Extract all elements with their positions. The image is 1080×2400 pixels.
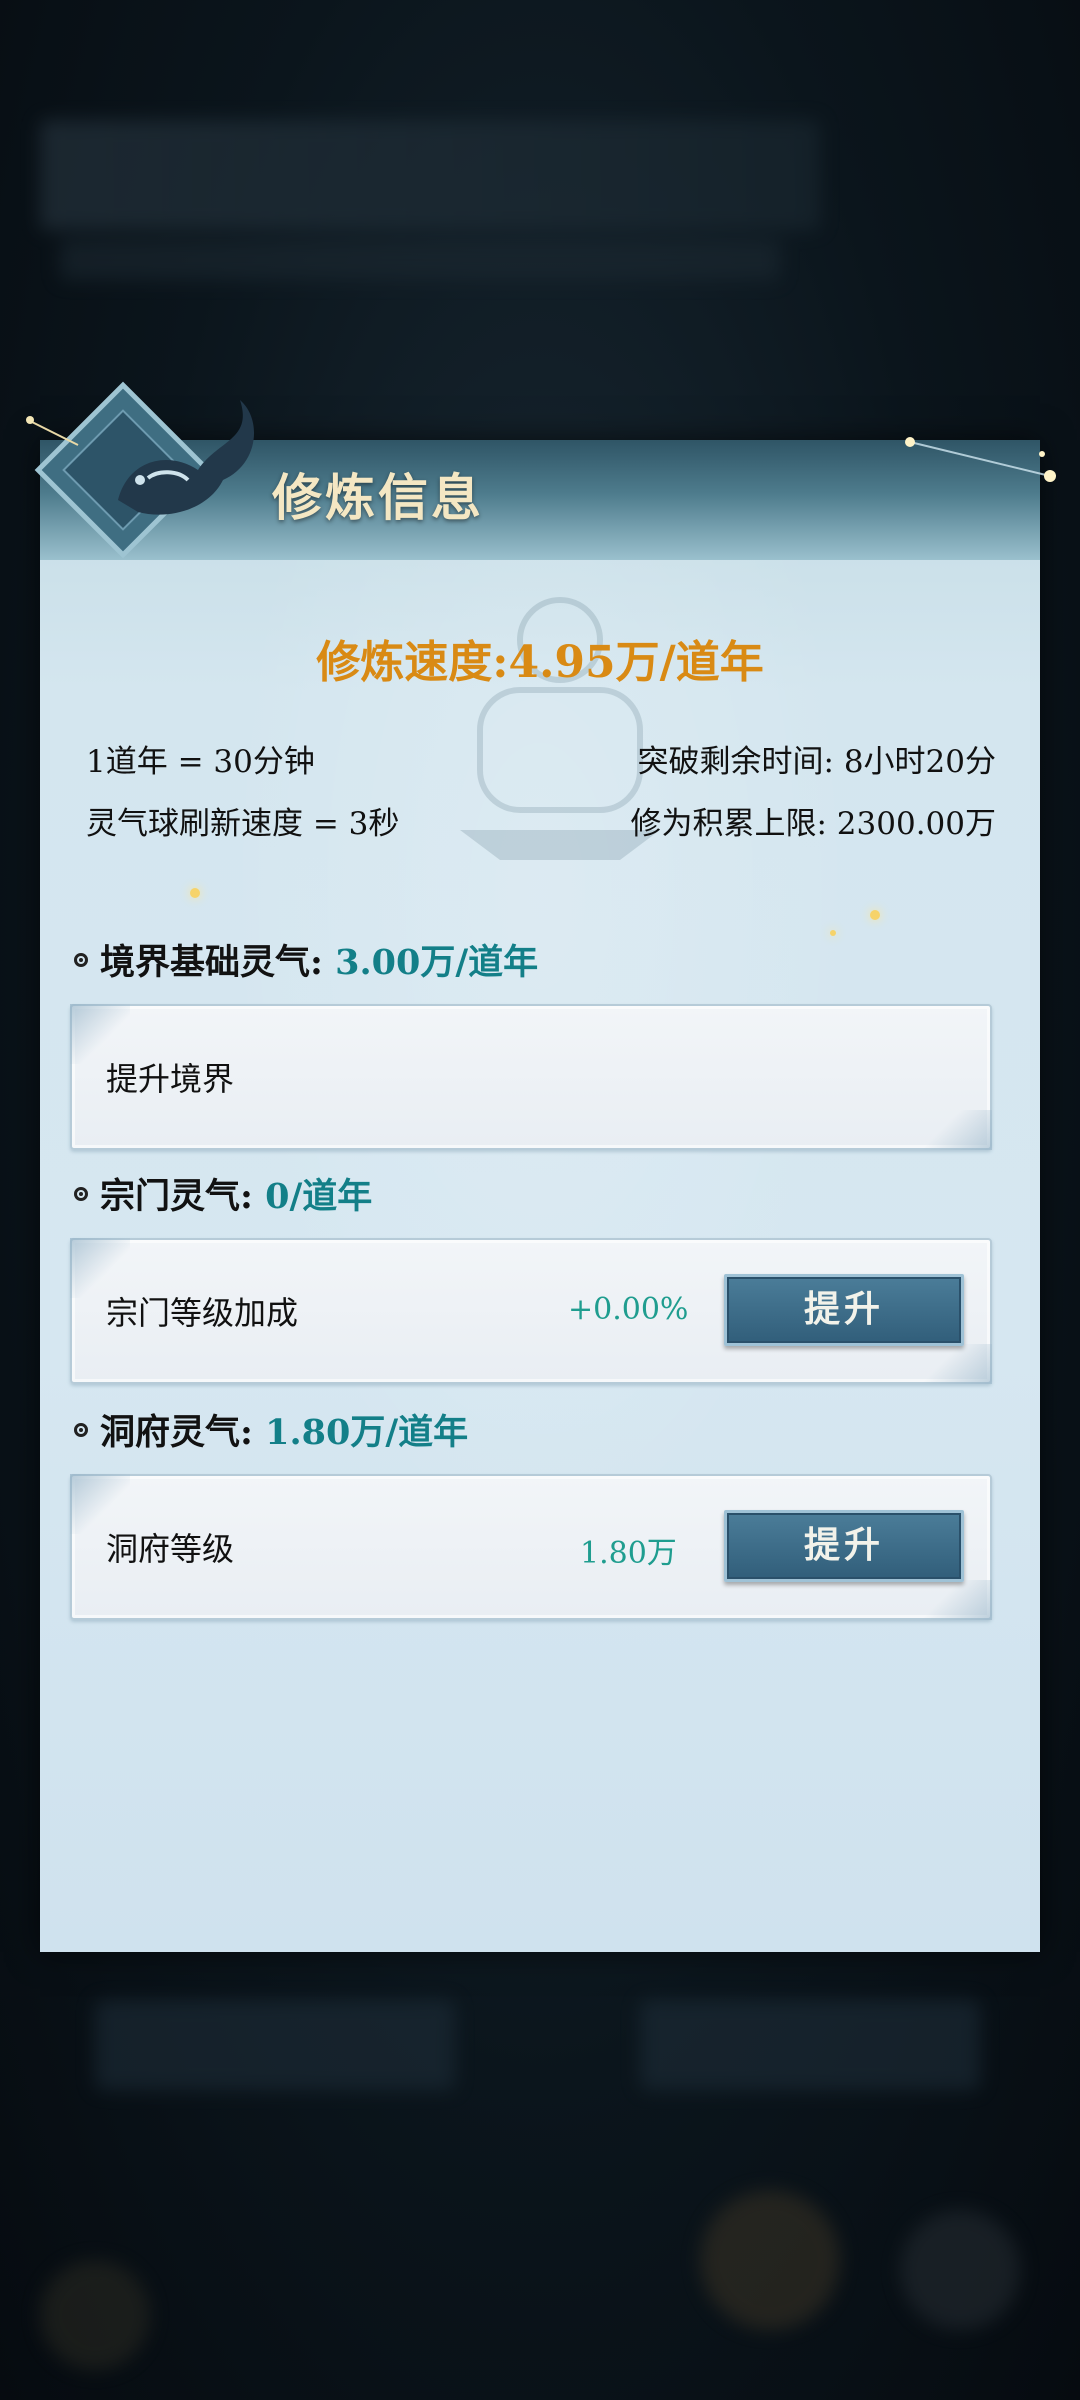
upgrade-realm-label: 提升境界 [106,1060,235,1098]
sect-upgrade-button[interactable]: 提升 [724,1274,964,1346]
bullet-icon [74,1186,88,1201]
breakthrough-time-text: 突破剩余时间: 8小时20分 [637,744,996,780]
cave-qi-value: 1.80万/道年 [265,1412,469,1453]
cultivation-speed: 修炼速度:4.95万/道年 [316,637,764,688]
blurred-background-subtitle [60,240,780,280]
cave-qi-heading: 洞府灵气: 1.80万/道年 [74,1404,468,1455]
refresh-speed-text: 灵气球刷新速度 = 3秒 [86,806,400,842]
year-conversion-text: 1道年 = 30分钟 [86,744,315,780]
sect-qi-heading: 宗门灵气: 0/道年 [74,1168,372,1219]
blurred-background-avatar [700,2190,840,2330]
cave-upgrade-button[interactable]: 提升 [724,1510,964,1582]
accumulation-limit-text: 修为积累上限: 2300.00万 [630,806,997,842]
sect-qi-label: 宗门灵气: [100,1176,253,1217]
bullet-icon [74,952,88,967]
sect-level-bonus-label: 宗门等级加成 [106,1294,299,1332]
cave-level-value: 1.80万 [580,1536,677,1571]
sparkle-decoration [190,888,200,898]
cave-card: 洞府等级 1.80万 提升 [70,1474,992,1620]
realm-qi-label: 境界基础灵气: [100,942,323,983]
cultivation-info-panel: 修炼信息 修炼速度:4.95万/道年 1道年 = 30分钟 灵气球刷新速度 = … [26,381,1056,1952]
sect-level-bonus-value: +0.00% [568,1292,689,1327]
blurred-background-icon-right [900,2210,1020,2330]
star-constellation-decoration [905,437,1056,482]
blurred-background-title [40,120,820,230]
realm-qi-heading: 境界基础灵气: 3.00万/道年 [74,934,538,985]
cave-level-label: 洞府等级 [106,1530,235,1568]
sparkle-decoration [870,910,880,920]
bullet-icon [74,1422,88,1437]
blurred-background-button-right [640,2000,980,2090]
sect-qi-value: 0/道年 [265,1176,373,1217]
panel-title: 修炼信息 [272,468,484,527]
blurred-background-button-left [95,2000,455,2090]
realm-qi-value: 3.00万/道年 [335,942,539,983]
realm-card[interactable]: 提升境界 [70,1004,992,1150]
sect-card: 宗门等级加成 +0.00% 提升 [70,1238,992,1384]
cave-qi-label: 洞府灵气: [100,1412,253,1453]
blurred-background-icon-left [40,2260,150,2370]
fox-emblem-icon [26,381,255,559]
sparkle-decoration [830,930,836,936]
